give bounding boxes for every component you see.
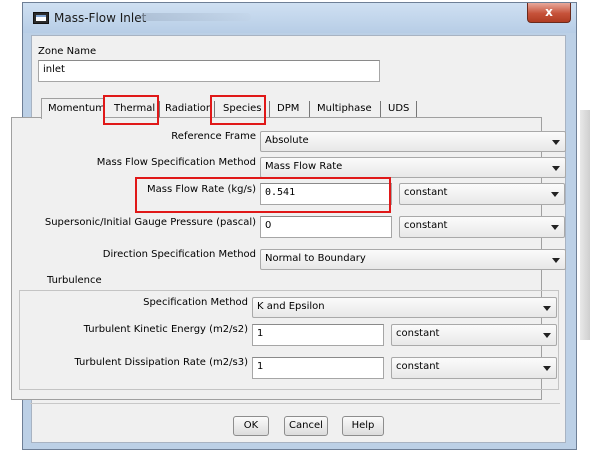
kinetic-energy-mode-dropdown[interactable]: constant xyxy=(391,324,557,346)
direction-method-dropdown[interactable]: Normal to Boundary xyxy=(260,249,566,270)
close-icon: x xyxy=(545,5,553,19)
dissipation-rate-field[interactable]: 1 xyxy=(252,357,384,379)
gauge-pressure-mode-dropdown[interactable]: constant xyxy=(399,216,565,238)
chevron-down-icon xyxy=(543,306,551,311)
tab-separator xyxy=(380,101,381,117)
blurred-title-text xyxy=(141,13,251,21)
chevron-down-icon xyxy=(552,140,560,145)
window-title: Mass-Flow Inlet xyxy=(54,11,147,25)
window-icon xyxy=(33,12,49,24)
turbulence-group-title: Turbulence xyxy=(47,275,102,286)
title-bar[interactable]: Mass-Flow Inlet x xyxy=(23,3,576,33)
footer-divider xyxy=(30,403,560,404)
zone-name-label: Zone Name xyxy=(38,46,97,57)
highlight-mass-flow-rate xyxy=(135,177,391,213)
zone-name-field[interactable]: inlet xyxy=(38,60,380,82)
reference-frame-label: Reference Frame xyxy=(171,131,256,142)
help-button[interactable]: Help xyxy=(342,416,384,436)
reference-frame-value: Absolute xyxy=(265,135,309,146)
tab-momentum-label: Momentum xyxy=(48,103,105,114)
gauge-pressure-mode: constant xyxy=(404,220,448,231)
tab-radiation[interactable]: Radiation xyxy=(165,103,212,114)
mass-flow-method-label: Mass Flow Specification Method xyxy=(96,157,256,168)
zone-name-value: inlet xyxy=(43,64,65,75)
close-button[interactable]: x xyxy=(527,3,571,23)
gauge-pressure-field[interactable]: 0 xyxy=(260,216,392,238)
kinetic-energy-label: Turbulent Kinetic Energy (m2/s2) xyxy=(83,324,248,335)
reference-frame-dropdown[interactable]: Absolute xyxy=(260,131,566,152)
tab-separator xyxy=(309,101,310,117)
mass-flow-method-dropdown[interactable]: Mass Flow Rate xyxy=(260,157,566,178)
specification-method-value: K and Epsilon xyxy=(257,301,325,312)
ok-button[interactable]: OK xyxy=(233,416,269,436)
tab-separator xyxy=(416,101,417,117)
highlight-thermal-tab xyxy=(103,95,159,125)
chevron-down-icon xyxy=(543,366,551,371)
ok-button-label: OK xyxy=(243,420,259,431)
dissipation-rate-label: Turbulent Dissipation Rate (m2/s3) xyxy=(74,357,248,368)
mass-flow-rate-mode: constant xyxy=(404,187,448,198)
gauge-pressure-label: Supersonic/Initial Gauge Pressure (pasca… xyxy=(44,217,256,228)
cancel-button[interactable]: Cancel xyxy=(284,416,328,436)
tab-dpm[interactable]: DPM xyxy=(277,103,299,114)
help-button-label: Help xyxy=(351,420,375,431)
direction-method-value: Normal to Boundary xyxy=(265,253,366,264)
specification-method-label: Specification Method xyxy=(143,297,248,308)
chevron-down-icon xyxy=(552,258,560,263)
tab-multiphase[interactable]: Multiphase xyxy=(317,103,372,114)
tab-momentum[interactable]: Momentum xyxy=(41,98,105,119)
direction-method-label: Direction Specification Method xyxy=(102,249,256,260)
kinetic-energy-value: 1 xyxy=(257,328,264,339)
tab-uds[interactable]: UDS xyxy=(388,103,409,114)
chevron-down-icon xyxy=(543,333,551,338)
background-window-edge xyxy=(580,110,590,340)
specification-method-dropdown[interactable]: K and Epsilon xyxy=(252,297,557,318)
gauge-pressure-value: 0 xyxy=(265,220,272,231)
dissipation-rate-mode-dropdown[interactable]: constant xyxy=(391,357,557,379)
highlight-species-tab xyxy=(210,95,266,125)
mass-flow-method-value: Mass Flow Rate xyxy=(265,161,343,172)
tab-separator xyxy=(269,101,270,117)
kinetic-energy-mode: constant xyxy=(396,328,440,339)
mass-flow-rate-mode-dropdown[interactable]: constant xyxy=(399,183,565,205)
tab-separator xyxy=(159,101,160,117)
kinetic-energy-field[interactable]: 1 xyxy=(252,324,384,346)
cancel-button-label: Cancel xyxy=(289,420,323,431)
dissipation-rate-value: 1 xyxy=(257,361,264,372)
chevron-down-icon xyxy=(551,225,559,230)
chevron-down-icon xyxy=(552,166,560,171)
chevron-down-icon xyxy=(551,192,559,197)
dissipation-rate-mode: constant xyxy=(396,361,440,372)
